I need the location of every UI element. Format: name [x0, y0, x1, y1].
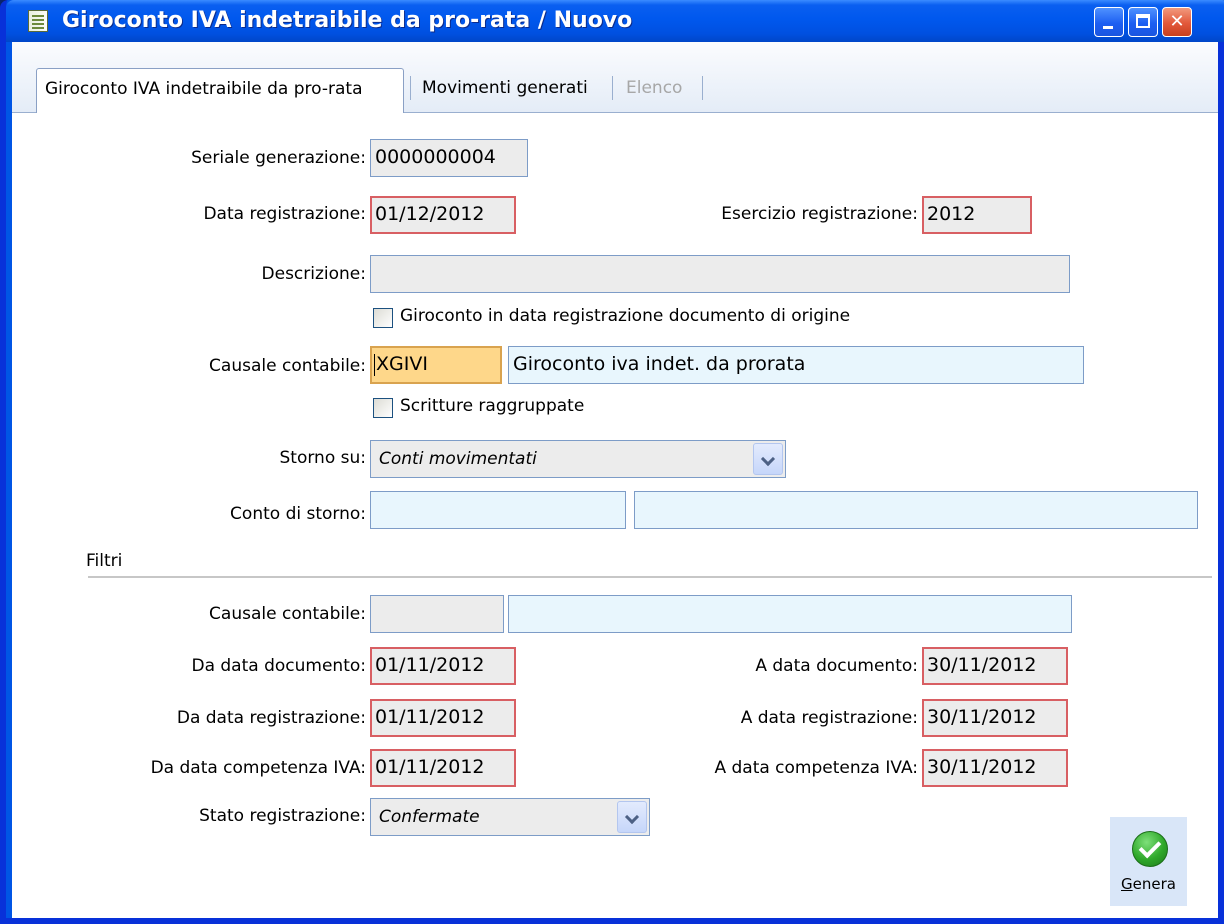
filter-causale-code-field[interactable]	[370, 595, 504, 633]
stato-registrazione-select[interactable]: Confermate	[370, 798, 650, 836]
a-data-documento-label: A data documento:	[755, 656, 918, 676]
filter-causale-description-field	[508, 595, 1072, 633]
genera-hotkey: G	[1121, 875, 1133, 893]
causale-contabile-label: Causale contabile:	[209, 356, 366, 376]
esercizio-label: Esercizio registrazione:	[721, 204, 918, 224]
title-bar[interactable]: Giroconto IVA indetraibile da pro-rata /…	[6, 0, 1224, 42]
close-icon: ✕	[1169, 11, 1185, 32]
tab-movimenti-generati[interactable]: Movimenti generati	[414, 68, 596, 110]
maximize-icon	[1136, 14, 1150, 28]
genera-button-label: Genera	[1110, 875, 1187, 893]
da-data-competenza-label: Da data competenza IVA:	[150, 758, 366, 778]
chevron-down-icon[interactable]	[617, 801, 647, 833]
tab-elenco: Elenco	[626, 78, 683, 98]
descrizione-label: Descrizione:	[261, 264, 366, 284]
seriale-label: Seriale generazione:	[191, 148, 366, 168]
genera-label-rest: enera	[1132, 875, 1176, 893]
checkmark-icon	[1132, 831, 1168, 867]
form-client-area: Giroconto IVA indetraibile da pro-rata M…	[12, 42, 1218, 918]
a-data-competenza-field[interactable]: 30/11/2012	[922, 749, 1068, 787]
app-window: Giroconto IVA indetraibile da pro-rata /…	[0, 0, 1224, 924]
scritture-raggruppate-label: Scritture raggruppate	[400, 396, 585, 416]
descrizione-field[interactable]	[370, 255, 1070, 293]
a-data-documento-field[interactable]: 30/11/2012	[922, 647, 1068, 685]
tab-strip: Giroconto IVA indetraibile da pro-rata M…	[12, 42, 1218, 113]
data-registrazione-field[interactable]: 01/12/2012	[370, 196, 516, 234]
conto-storno-code-field[interactable]	[370, 491, 626, 529]
a-data-registrazione-field[interactable]: 30/11/2012	[922, 699, 1068, 737]
tab-separator	[612, 76, 613, 100]
minimize-button[interactable]	[1094, 7, 1124, 37]
da-data-documento-label: Da data documento:	[191, 656, 366, 676]
a-data-registrazione-label: A data registrazione:	[740, 708, 918, 728]
giroconto-data-origine-label: Giroconto in data registrazione document…	[400, 306, 851, 326]
storno-su-value: Conti movimentati	[379, 449, 537, 469]
causale-description-field: Giroconto iva indet. da prorata	[508, 346, 1084, 384]
esercizio-field[interactable]: 2012	[922, 196, 1032, 234]
filter-causale-label: Causale contabile:	[209, 604, 366, 624]
section-divider	[88, 576, 1212, 579]
tab-separator	[410, 76, 411, 100]
storno-su-select[interactable]: Conti movimentati	[370, 440, 786, 478]
giroconto-data-origine-checkbox[interactable]	[373, 308, 393, 328]
causale-code-value: XGIVI	[376, 353, 428, 375]
data-registrazione-label: Data registrazione:	[203, 204, 366, 224]
stato-registrazione-value: Confermate	[379, 807, 480, 827]
conto-storno-label: Conto di storno:	[230, 504, 366, 524]
a-data-competenza-label: A data competenza IVA:	[714, 758, 918, 778]
scritture-raggruppate-checkbox[interactable]	[373, 398, 393, 418]
minimize-icon	[1103, 26, 1113, 29]
da-data-competenza-field[interactable]: 01/11/2012	[370, 749, 516, 787]
genera-button[interactable]: Genera	[1110, 817, 1187, 906]
stato-registrazione-label: Stato registrazione:	[199, 806, 366, 826]
storno-su-label: Storno su:	[279, 448, 367, 468]
da-data-registrazione-label: Da data registrazione:	[176, 708, 366, 728]
text-cursor	[374, 353, 375, 376]
close-button[interactable]: ✕	[1162, 7, 1192, 37]
seriale-field: 0000000004	[370, 139, 528, 177]
da-data-documento-field[interactable]: 01/11/2012	[370, 647, 516, 685]
tab-giroconto[interactable]: Giroconto IVA indetraibile da pro-rata	[36, 68, 404, 113]
chevron-down-icon[interactable]	[753, 443, 783, 475]
window-title: Giroconto IVA indetraibile da pro-rata /…	[62, 8, 633, 33]
maximize-button[interactable]	[1128, 7, 1158, 37]
causale-code-field[interactable]: XGIVI	[370, 346, 502, 384]
da-data-registrazione-field[interactable]: 01/11/2012	[370, 699, 516, 737]
filtri-section-title: Filtri	[86, 551, 123, 571]
form-icon	[28, 10, 48, 32]
conto-storno-description-field	[634, 491, 1198, 529]
tab-separator	[702, 76, 703, 100]
